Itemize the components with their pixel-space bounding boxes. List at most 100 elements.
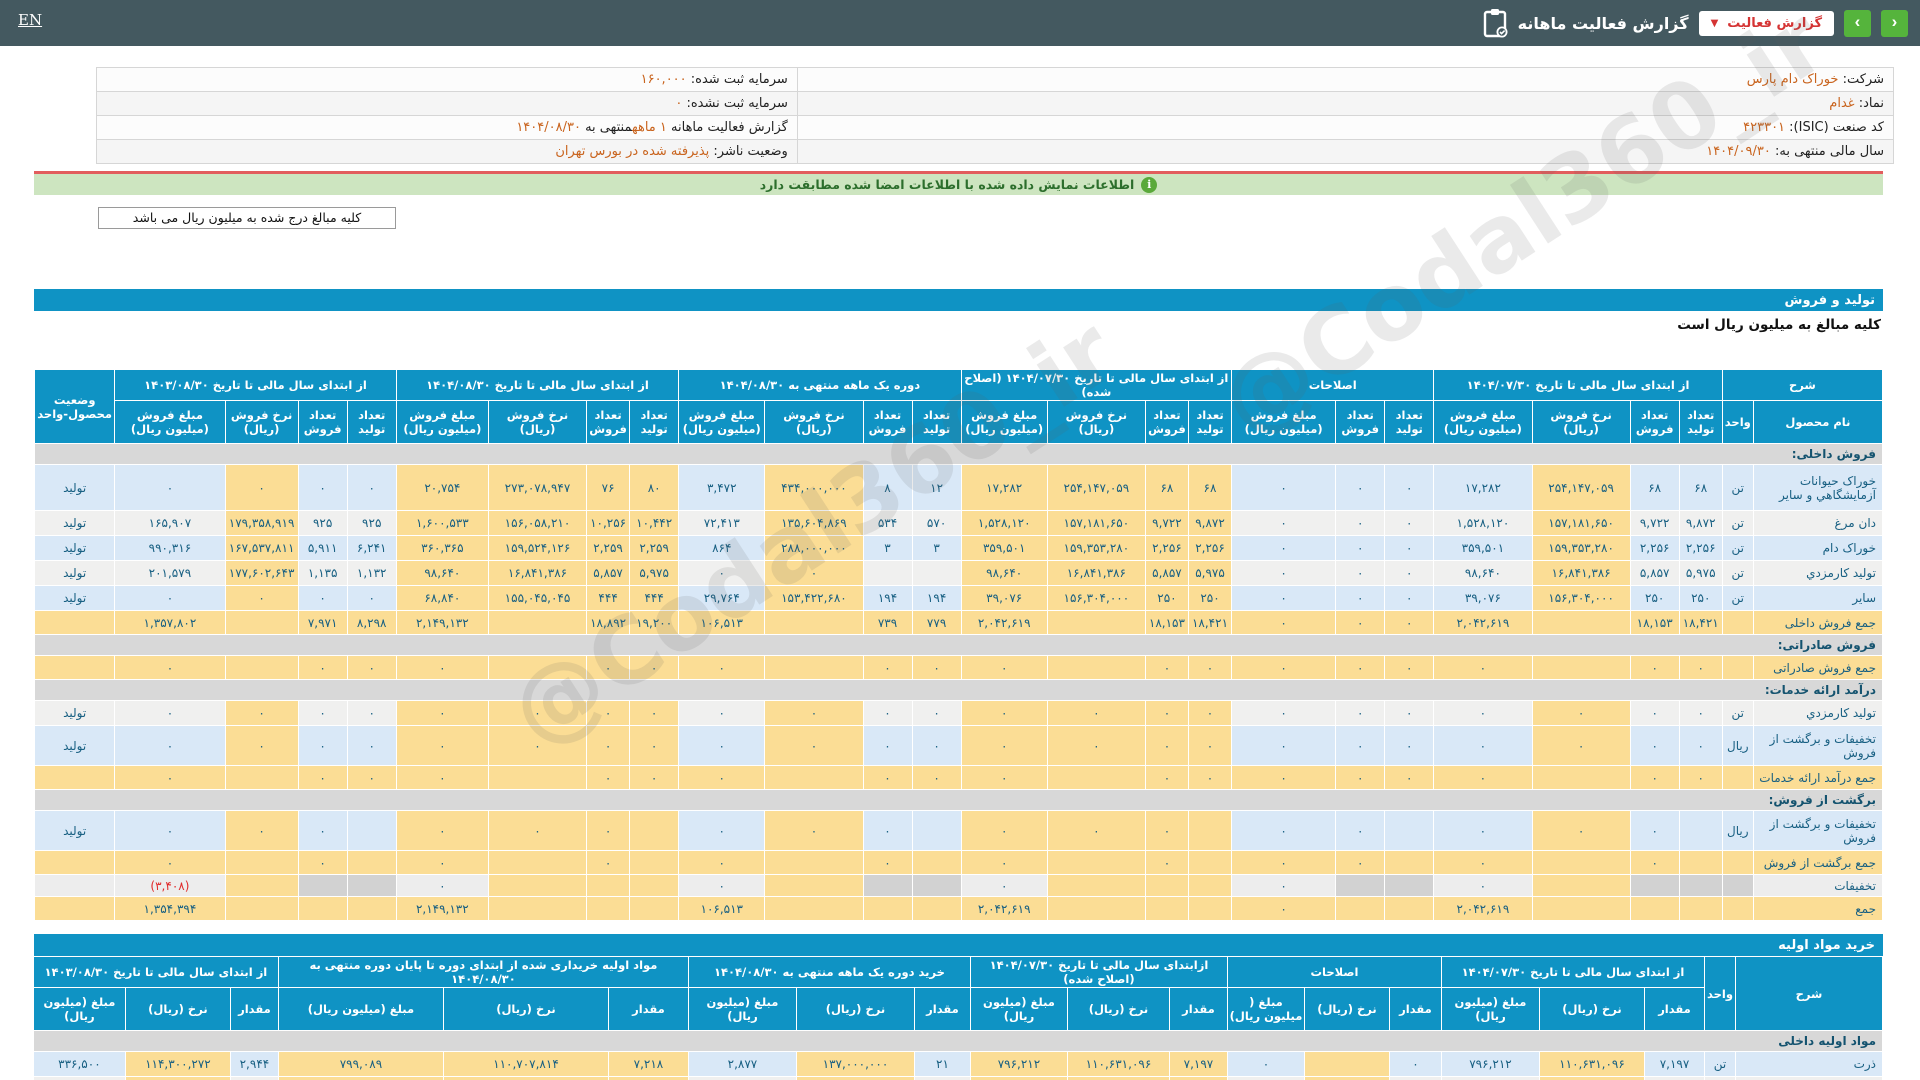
value-cell [630, 897, 679, 921]
value-cell: ۳ [912, 536, 961, 561]
group-label: درآمد ارائه خدمات: [35, 680, 1883, 701]
info-value: پذیرفته شده در بورس تهران [555, 144, 709, 159]
value-cell [488, 851, 586, 875]
total-row: جمع برگشت از فروش۰۰۰۰۰۰۰۰۰۰۰۰ [35, 851, 1883, 875]
column-header: تعداد تولید [912, 401, 961, 444]
value-cell: ۲۱۱,۰۶۶,۶۶۷ [1067, 1077, 1169, 1080]
value-cell [912, 897, 961, 921]
value-cell: ۲۱ [914, 1052, 970, 1077]
row-label-cell: دان مرغ [1753, 511, 1882, 536]
status-cell [35, 656, 115, 680]
value-cell: ۰ [1532, 811, 1630, 851]
value-cell: ۰ [347, 701, 396, 726]
unit-cell [1722, 656, 1753, 680]
value-cell [1532, 851, 1630, 875]
value-cell: ۰ [115, 811, 225, 851]
value-cell: ۱,۳۵۷,۸۰۲ [115, 611, 225, 635]
value-cell: ۱۹۴ [863, 586, 912, 611]
column-header: تعداد فروش [863, 401, 912, 444]
value-cell: ۰ [1336, 766, 1385, 790]
value-cell: ۶,۲۴۱ [347, 536, 396, 561]
value-cell [1385, 875, 1434, 897]
value-cell [225, 851, 298, 875]
value-cell: ۰ [1679, 766, 1722, 790]
data-row: سایرتن۲۵۰۲۵۰۱۵۶,۳۰۴,۰۰۰۳۹,۰۷۶۰۰۰۲۵۰۲۵۰۱۵… [35, 586, 1883, 611]
nav-forward-button[interactable]: › [1844, 10, 1871, 37]
value-cell [1336, 897, 1385, 921]
language-switch-en[interactable]: EN [18, 11, 42, 29]
value-cell [765, 851, 863, 875]
value-cell: ۰ [1336, 656, 1385, 680]
column-header: نرخ فروش (ریال) [488, 401, 586, 444]
value-cell: ۱۵۳,۴۲۲,۶۸۰ [765, 586, 863, 611]
info-icon: i [1141, 177, 1157, 193]
column-header: نرخ (ریال) [1067, 988, 1169, 1031]
unit-cell [1722, 897, 1753, 921]
value-cell: ۰ [1232, 561, 1336, 586]
value-cell: ۰ [912, 656, 961, 680]
value-cell: ۰ [1679, 726, 1722, 766]
unit-cell [1722, 766, 1753, 790]
nav-back-button[interactable]: ‹ [1881, 10, 1908, 37]
row-label-cell: ذرت [1736, 1052, 1883, 1077]
value-cell [765, 611, 863, 635]
value-cell: ۰ [488, 811, 586, 851]
company-info-table: شرکت: خوراک دام پارسسرمایه ثبت شده: ۱۶۰,… [96, 67, 1894, 164]
value-cell: ۳,۱۶۶ [970, 1077, 1067, 1080]
value-cell: ۵,۸۵۷ [1145, 561, 1188, 586]
value-cell: ۱۷۷,۶۰۲,۶۴۳ [225, 561, 298, 586]
info-right-cell: کد صنعت (ISIC): ۴۲۳۳۰۱ [797, 116, 1893, 140]
column-header: نرخ فروش (ریال) [225, 401, 298, 444]
info-right-cell: سال مالی منتهی به: ۱۴۰۴/۰۹/۳۰ [797, 140, 1893, 164]
value-cell: ۰ [396, 811, 488, 851]
value-cell: ۷,۹۷۱ [298, 611, 347, 635]
report-type-dropdown[interactable]: گزارش فعالیت ▼ [1699, 11, 1834, 36]
column-header: مبلغ فروش (میلیون ریال) [1434, 401, 1532, 444]
status-cell: تولید [35, 511, 115, 536]
row-label-cell: تخفیفات [1753, 875, 1882, 897]
value-cell [765, 875, 863, 897]
note-row: کلیه مبالغ درج شده به میلیون ریال می باش… [0, 207, 1920, 229]
column-header: مبلغ فروش (میلیون ریال) [1232, 401, 1336, 444]
value-cell: ۵۳۴ [863, 511, 912, 536]
value-cell: ۲۰,۷۵۴ [396, 465, 488, 511]
value-cell [1304, 1052, 1389, 1077]
value-cell: ۰ [1145, 701, 1188, 726]
value-cell: ۰ [630, 656, 679, 680]
value-cell: ۰ [298, 811, 347, 851]
column-header: مبلغ فروش (میلیون ریال) [961, 401, 1047, 444]
value-cell: ۱۸,۴۲۱ [1679, 611, 1722, 635]
value-cell: ۰ [630, 701, 679, 726]
info-label: نماد: [1855, 96, 1884, 111]
value-cell: ۰ [488, 726, 586, 766]
value-cell: ۲۵۴,۱۴۷,۰۵۹ [1047, 465, 1145, 511]
value-cell: ۰ [298, 465, 347, 511]
value-cell: ۱۸,۱۵۳ [1630, 611, 1679, 635]
info-value: ۱۶۰,۰۰۰ [641, 72, 687, 87]
raw-materials-purchase-table: شرحواحداز ابتدای سال مالی تا تاریخ ۱۴۰۴/… [33, 956, 1883, 1080]
column-header: نام محصول [1753, 401, 1882, 444]
value-cell: ۱۶,۸۴۱,۳۸۶ [1532, 561, 1630, 586]
value-cell: ۰ [396, 766, 488, 790]
value-cell [347, 811, 396, 851]
row-label-cell: خوراک دام [1753, 536, 1882, 561]
value-cell: ۰ [298, 586, 347, 611]
amounts-unit-note: کلیه مبالغ درج شده به میلیون ریال می باش… [98, 207, 396, 229]
value-cell: ۰ [1145, 656, 1188, 680]
value-cell: ۰ [1336, 726, 1385, 766]
data-row: ذرتتن۷,۱۹۷۱۱۰,۶۳۱,۰۹۶۷۹۶,۲۱۲۰۰۷,۱۹۷۱۱۰,۶… [33, 1052, 1882, 1077]
column-header: واحد [1722, 401, 1753, 444]
value-cell [225, 897, 298, 921]
report-type-dropdown-label: گزارش فعالیت [1727, 16, 1822, 31]
value-cell: ۱۳۷,۰۰۰,۰۰۰ [796, 1052, 914, 1077]
value-cell: ۹۲۵ [298, 511, 347, 536]
value-cell: ۲,۰۴۲,۶۱۹ [1434, 611, 1532, 635]
column-header: نرخ (ریال) [796, 988, 914, 1031]
value-cell: ۲,۱۴۹,۱۳۲ [396, 897, 488, 921]
value-cell [1630, 897, 1679, 921]
value-cell: ۰ [1434, 811, 1532, 851]
value-cell: ۱,۵۲۸,۱۲۰ [1434, 511, 1532, 536]
value-cell: ۰ [630, 766, 679, 790]
chevron-down-icon: ▼ [1711, 18, 1719, 29]
value-cell: ۲,۲۵۶ [1630, 536, 1679, 561]
